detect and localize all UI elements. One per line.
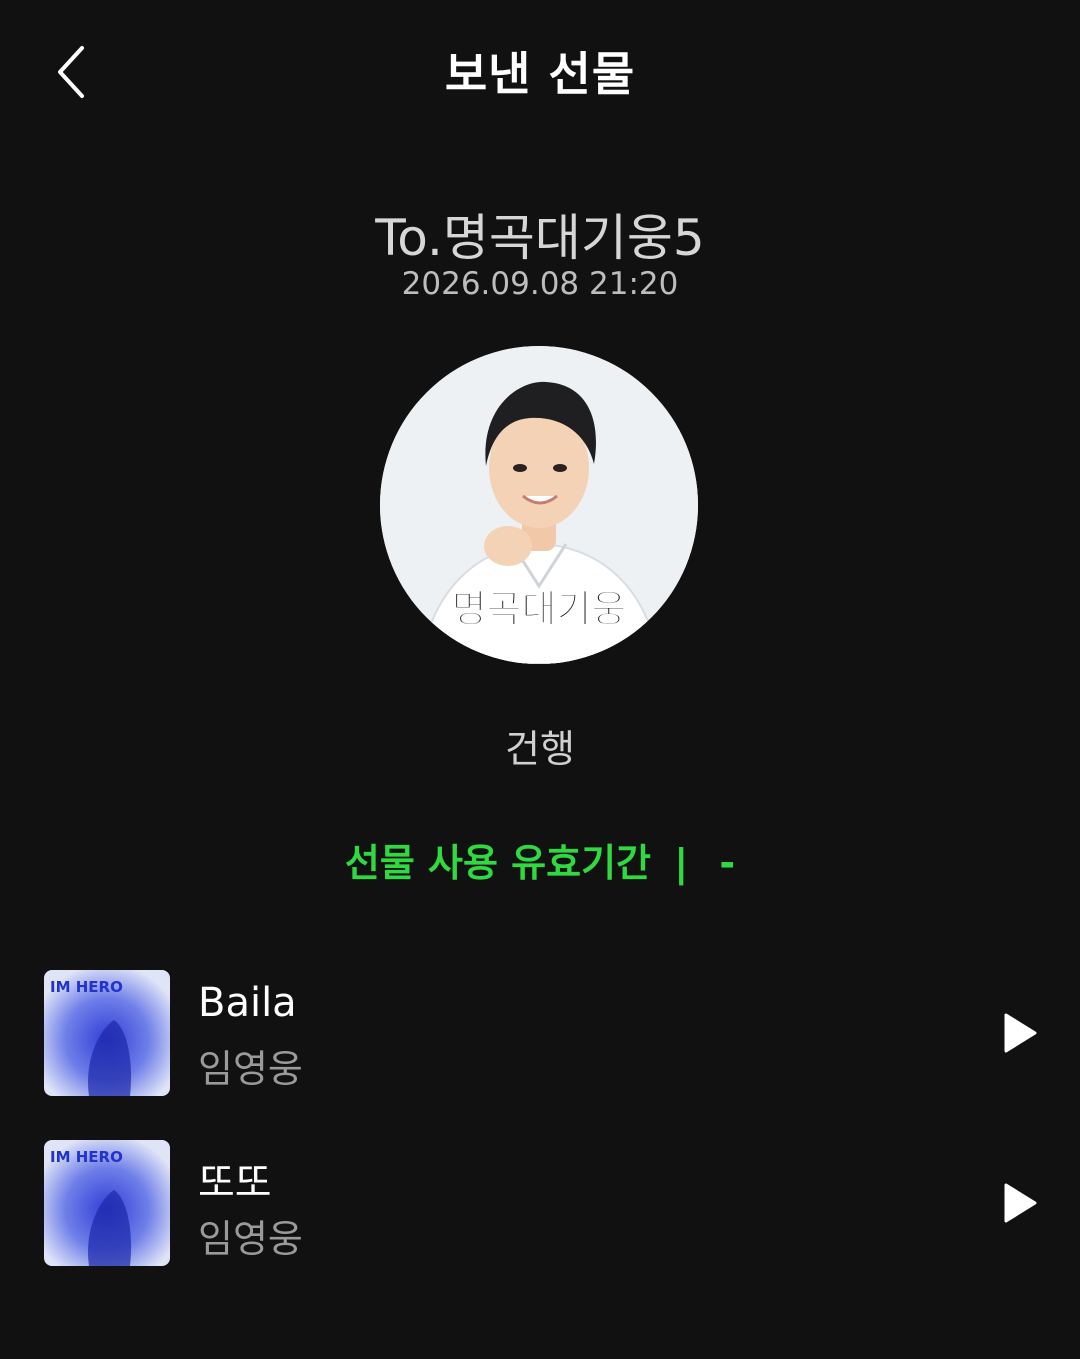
page-title: 보낸 선물 — [444, 47, 636, 101]
recipient-avatar: 명곡대기웅 — [380, 346, 698, 664]
validity-value: - — [719, 841, 736, 885]
album-label: IM HERO — [50, 978, 123, 996]
gift-message: 건행 — [505, 727, 575, 771]
album-art: IM HERO — [44, 1140, 170, 1266]
play-icon — [1004, 1183, 1037, 1223]
validity-label: 선물 사용 유효기간 — [344, 841, 651, 885]
top-bar: 보낸 선물 — [0, 0, 1080, 140]
list-item[interactable]: IM HERO Baila 임영웅 — [0, 970, 1080, 1096]
album-art: IM HERO — [44, 970, 170, 1096]
play-button[interactable] — [992, 1178, 1048, 1228]
track-artist: 임영웅 — [198, 1047, 303, 1091]
track-artist: 임영웅 — [198, 1217, 303, 1261]
validity-separator: | — [674, 841, 689, 885]
track-title: 또또 — [198, 1160, 272, 1206]
album-label: IM HERO — [50, 1148, 123, 1166]
play-button[interactable] — [992, 1008, 1048, 1058]
play-icon — [1004, 1013, 1037, 1053]
recipient-name: To.명곡대기웅5 — [375, 209, 705, 267]
gift-validity: 선물 사용 유효기간 | - — [0, 832, 1080, 887]
sent-date: 2026.09.08 21:20 — [401, 266, 679, 302]
list-item[interactable]: IM HERO 또또 임영웅 — [0, 1140, 1080, 1266]
track-title: Baila — [198, 980, 297, 1026]
avatar-caption: 명곡대기웅 — [452, 587, 627, 631]
